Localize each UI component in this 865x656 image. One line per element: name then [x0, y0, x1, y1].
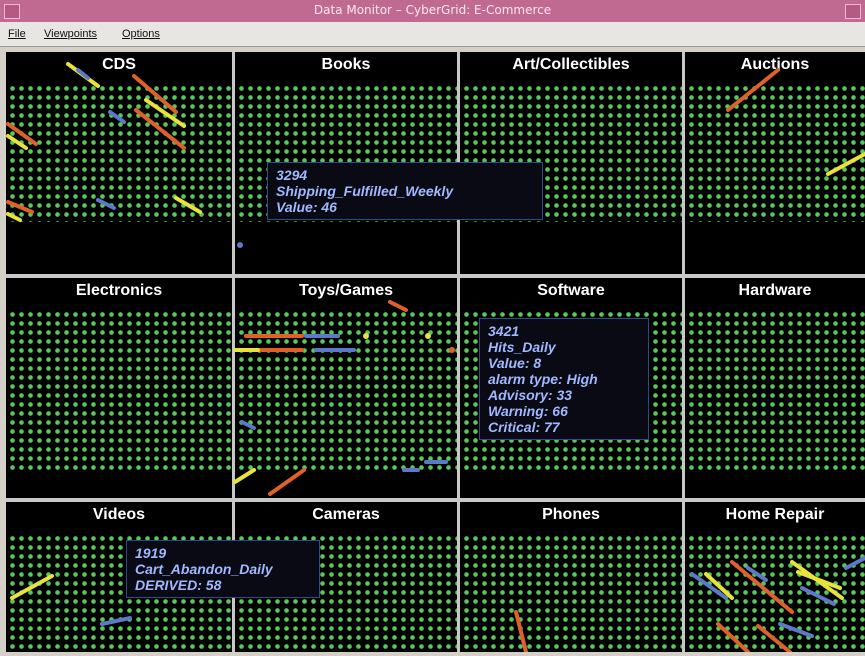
tooltip-line: Advisory: 33 [488, 387, 573, 403]
alarm-glyph [756, 624, 792, 652]
tooltip-line: Value: 8 [488, 355, 542, 371]
menu-options[interactable]: Options [122, 28, 160, 40]
menu-file[interactable]: File [8, 28, 26, 40]
tooltip-line: 1919 [135, 545, 167, 561]
tooltip-line: Value: 46 [276, 199, 337, 215]
alarm-glyph [96, 198, 116, 210]
alarm-glyph [134, 108, 186, 150]
alarm-glyph [388, 300, 408, 312]
tooltip-line: 3421 [488, 323, 520, 339]
tooltip-line: alarm type: High [488, 371, 598, 387]
tooltip-line: Shipping_Fulfilled_Weekly [276, 183, 454, 199]
tooltip-line: Critical: 77 [488, 419, 560, 435]
tooltip-line: DERIVED: 58 [135, 577, 222, 593]
menu-viewpoints[interactable]: Viewpoints [44, 28, 97, 40]
alarm-glyph [233, 468, 256, 484]
alarm-glyph [6, 134, 28, 150]
node-tooltip-shipping: 3294 Shipping_Fulfilled_Weekly Value: 46 [267, 162, 543, 220]
alarm-glyph [240, 420, 256, 430]
alarm-glyph [716, 622, 750, 652]
tooltip-line: 3294 [276, 167, 308, 183]
alarm-glyph [844, 556, 865, 570]
tooltip-line: Warning: 66 [488, 403, 568, 419]
alarm-glyph [726, 68, 780, 112]
app-window: Data Monitor – CyberGrid: E-Commerce Fil… [0, 0, 865, 656]
alarm-glyph [730, 560, 794, 614]
window-title: Data Monitor – CyberGrid: E-Commerce [313, 3, 552, 17]
alarm-glyph [6, 212, 22, 222]
window-close-button[interactable] [845, 4, 861, 19]
alarm-glyph [10, 574, 54, 600]
node-tooltip-hits: 3421 Hits_Daily Value: 8 alarm type: Hig… [479, 318, 649, 440]
alarm-glyph [174, 196, 202, 214]
alarm-glyph [514, 610, 528, 652]
alarm-glyph [826, 152, 865, 176]
alarm-glyph [6, 200, 34, 214]
grid-viewport[interactable]: CDS Books Art/Collectibles Auctions Elec… [6, 52, 865, 652]
alarm-glyph [425, 333, 431, 339]
alarm-glyph [100, 616, 132, 626]
alarm-glyph [237, 242, 243, 248]
alarm-glyph [108, 110, 126, 124]
tooltip-line: Hits_Daily [488, 339, 556, 355]
alarm-glyph [449, 347, 455, 353]
alarm-glyph [778, 622, 814, 638]
alarm-glyph [363, 333, 369, 339]
title-bar: Data Monitor – CyberGrid: E-Commerce [0, 0, 865, 23]
tooltip-line: Cart_Abandon_Daily [135, 561, 273, 577]
alarm-glyph [796, 570, 842, 590]
menu-bar: File Viewpoints Options [0, 22, 865, 47]
alarm-glyph [268, 468, 306, 496]
node-tooltip-cart: 1919 Cart_Abandon_Daily DERIVED: 58 [126, 540, 320, 598]
